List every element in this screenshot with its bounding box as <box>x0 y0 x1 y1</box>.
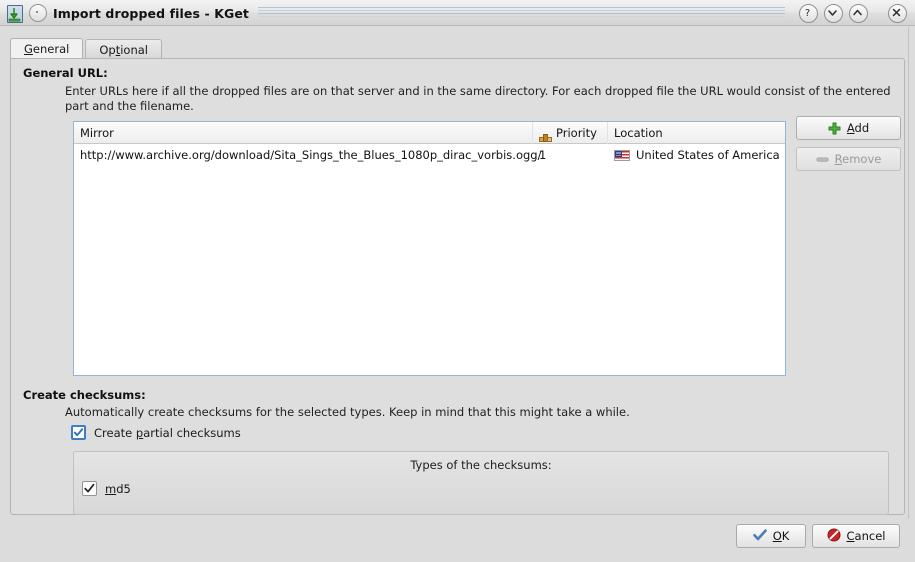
column-header-mirror[interactable]: Mirror <box>74 122 533 144</box>
checksum-type-md5-label: md5 <box>105 481 131 496</box>
remove-mirror-button[interactable]: Remove <box>796 147 901 171</box>
tab-bar: General Optional <box>10 38 164 59</box>
close-button[interactable] <box>888 3 907 23</box>
checksum-types-group: Types of the checksums: md5 <box>73 451 889 515</box>
column-header-location[interactable]: Location <box>608 122 785 144</box>
column-header-mirror-label: Mirror <box>80 125 114 140</box>
tab-general-label: eneral <box>32 42 70 56</box>
shade-down-button[interactable] <box>824 3 843 23</box>
add-mirror-label: Add <box>846 121 870 135</box>
mirrors-table[interactable]: Mirror Priority Location http://www.arch… <box>73 121 786 376</box>
checksum-type-md5-row[interactable]: md5 <box>82 481 131 496</box>
cell-priority: 1 <box>539 148 547 162</box>
cell-location: United States of America <box>608 144 785 166</box>
svg-text:?: ? <box>805 8 810 19</box>
title-bar: Import dropped files - KGet ? <box>0 0 915 26</box>
priority-bars-icon <box>539 127 552 142</box>
window-edge-line <box>908 27 909 519</box>
add-mirror-button[interactable]: Add <box>796 116 901 140</box>
cancel-button[interactable]: Cancel <box>812 524 900 548</box>
column-header-priority[interactable]: Priority <box>533 122 608 144</box>
tab-panel-general: General URL: Enter URLs here if all the … <box>10 58 905 515</box>
sticky-window-button[interactable] <box>29 4 47 22</box>
cancel-icon <box>827 528 841 545</box>
create-partial-checksums-row[interactable]: Create partial checksums <box>71 425 241 440</box>
checksum-types-caption: Types of the checksums: <box>410 458 552 472</box>
ok-button-label: OK <box>772 529 790 543</box>
minus-icon <box>816 153 829 166</box>
table-row[interactable]: http://www.archive.org/download/Sita_Sin… <box>74 144 785 166</box>
cell-mirror: http://www.archive.org/download/Sita_Sin… <box>80 148 542 162</box>
create-partial-checksums-label: Create partial checksums <box>94 425 241 440</box>
window-controls: ? <box>799 0 907 26</box>
plus-icon <box>828 122 841 135</box>
titlebar-decoration-lines <box>258 7 785 19</box>
title-bar-left: Import dropped files - KGet <box>6 0 249 26</box>
create-partial-checksums-checkbox[interactable] <box>71 425 86 440</box>
ok-button[interactable]: OK <box>736 524 806 548</box>
general-url-description: Enter URLs here if all the dropped files… <box>65 84 891 113</box>
tab-general[interactable]: General <box>10 38 84 59</box>
column-header-priority-label: Priority <box>556 125 597 140</box>
checksum-type-md5-checkbox[interactable] <box>82 481 97 496</box>
help-button[interactable]: ? <box>799 3 818 23</box>
cell-location-label: United States of America <box>636 148 780 162</box>
mirrors-table-body: http://www.archive.org/download/Sita_Sin… <box>74 144 785 166</box>
cancel-button-label: Cancel <box>846 529 886 543</box>
column-header-location-label: Location <box>614 125 663 140</box>
download-arrow-icon <box>6 4 23 23</box>
remove-mirror-label: Remove <box>834 152 882 166</box>
create-checksums-description: Automatically create checksums for the s… <box>65 405 630 419</box>
dialog-window: Import dropped files - KGet ? General Op… <box>0 0 915 562</box>
window-title: Import dropped files - KGet <box>53 5 249 21</box>
shade-up-button[interactable] <box>849 3 868 23</box>
tab-optional[interactable]: Optional <box>85 39 162 59</box>
general-url-title: General URL: <box>23 66 108 80</box>
check-icon <box>752 528 767 544</box>
create-checksums-title: Create checksums: <box>23 388 146 402</box>
mirrors-table-header: Mirror Priority Location <box>74 122 785 144</box>
flag-us-icon <box>614 149 630 161</box>
